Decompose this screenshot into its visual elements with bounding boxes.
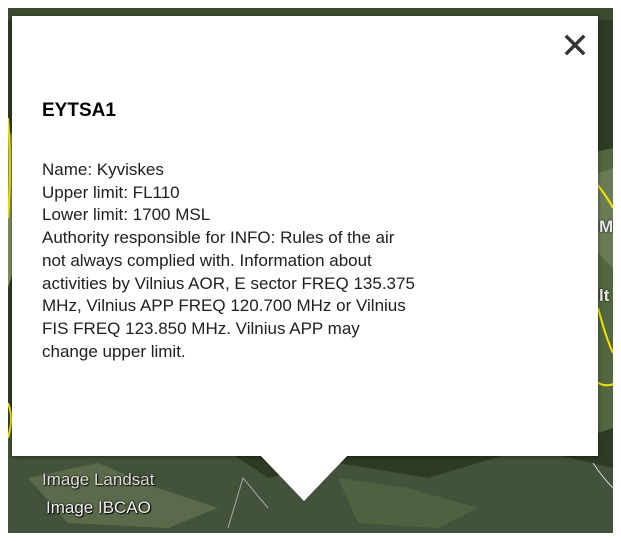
description-line: FIS FREQ 123.850 MHz. Vilnius APP may — [42, 318, 360, 338]
info-balloon: EYTSA1 Name: Kyviskes Upper limit: FL110… — [12, 16, 598, 456]
close-button[interactable] — [560, 30, 590, 60]
description-line: not always complied with. Information ab… — [42, 250, 372, 270]
imagery-attribution-landsat: Image Landsat — [42, 470, 155, 489]
map-place-label: M — [599, 217, 613, 236]
description-line: Upper limit: FL110 — [42, 182, 180, 202]
balloon-title: EYTSA1 — [42, 100, 116, 121]
description-line: activities by Vilnius AOR, E sector FREQ… — [42, 273, 415, 293]
description-line: Authority responsible for INFO: Rules of… — [42, 228, 395, 248]
map-viewport[interactable]: M lt Image Landsat Image IBCAO EYTSA1 Na… — [8, 8, 613, 533]
description-line: Name: Kyviskes — [42, 160, 164, 179]
description-line: change upper limit. — [42, 341, 186, 361]
map-place-label: lt — [599, 286, 610, 305]
imagery-attribution-ibcao: Image IBCAO — [46, 498, 151, 517]
description-line: MHz, Vilnius APP FREQ 120.700 MHz or Vil… — [42, 296, 406, 316]
description-line: Lower limit: 1700 MSL — [42, 205, 211, 225]
balloon-description: Name: Kyviskes Upper limit: FL110 Lower … — [42, 159, 587, 363]
balloon-pointer — [260, 455, 348, 501]
close-icon — [564, 34, 586, 56]
